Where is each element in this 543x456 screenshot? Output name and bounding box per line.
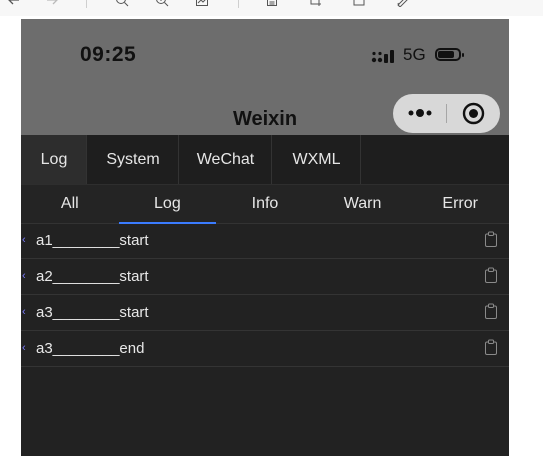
status-bar: 09:25 5G Weixin [21, 19, 509, 135]
expand-caret-icon[interactable]: ‹ [22, 306, 26, 318]
document-icon[interactable] [264, 0, 280, 8]
box-icon[interactable] [351, 0, 367, 8]
log-row[interactable]: ‹ a2________start [21, 259, 509, 295]
phone-simulator: 09:25 5G Weixin Log System WeChat WXML A… [21, 19, 509, 456]
tab-system[interactable]: System [87, 135, 179, 184]
log-text: a3________end [36, 340, 145, 357]
toolbar-divider [86, 0, 87, 8]
expand-caret-icon[interactable]: ‹ [22, 270, 26, 282]
zoom-in-icon[interactable] [154, 0, 170, 8]
tab-wechat[interactable]: WeChat [179, 135, 272, 184]
log-row[interactable]: ‹ a3________end [21, 331, 509, 367]
tab-log[interactable]: Log [21, 135, 87, 184]
copy-icon[interactable] [484, 303, 498, 320]
level-tab-error[interactable]: Error [411, 185, 509, 223]
battery-icon [435, 48, 464, 61]
toolbar-divider [238, 0, 239, 8]
level-tab-all[interactable]: All [21, 185, 119, 223]
level-tab-log[interactable]: Log [118, 185, 217, 224]
log-list: ‹ a1________start ‹ a2________start ‹ a3… [21, 223, 509, 367]
log-level-tab-bar: All Log Info Warn Error [21, 185, 509, 224]
main-tab-bar: Log System WeChat WXML [21, 135, 509, 185]
capsule-divider [446, 104, 447, 123]
log-text: a2________start [36, 268, 149, 285]
level-tab-warn[interactable]: Warn [314, 185, 412, 223]
copy-icon[interactable] [484, 339, 498, 356]
capsule-menu [393, 94, 500, 133]
arrow-left-icon[interactable] [6, 0, 22, 8]
zoom-out-icon[interactable] [114, 0, 130, 8]
image-icon[interactable] [194, 0, 210, 8]
tab-wxml[interactable]: WXML [272, 135, 361, 184]
crop-icon[interactable] [307, 0, 323, 8]
more-dots-icon[interactable] [406, 103, 434, 123]
copy-icon[interactable] [484, 267, 498, 284]
log-text: a3________start [36, 304, 149, 321]
expand-caret-icon[interactable]: ‹ [22, 342, 26, 354]
expand-caret-icon[interactable]: ‹ [22, 234, 26, 246]
level-tab-info[interactable]: Info [216, 185, 314, 223]
network-label: 5G [403, 45, 426, 64]
signal-icon [371, 49, 397, 68]
app-toolbar [0, 0, 543, 16]
copy-icon[interactable] [484, 231, 498, 248]
pen-icon[interactable] [395, 0, 411, 8]
log-row[interactable]: ‹ a3________start [21, 295, 509, 331]
log-row[interactable]: ‹ a1________start [21, 223, 509, 259]
clock: 09:25 [80, 43, 137, 66]
close-target-icon[interactable] [462, 102, 485, 125]
arrow-right-icon[interactable] [44, 0, 60, 8]
log-text: a1________start [36, 232, 149, 249]
